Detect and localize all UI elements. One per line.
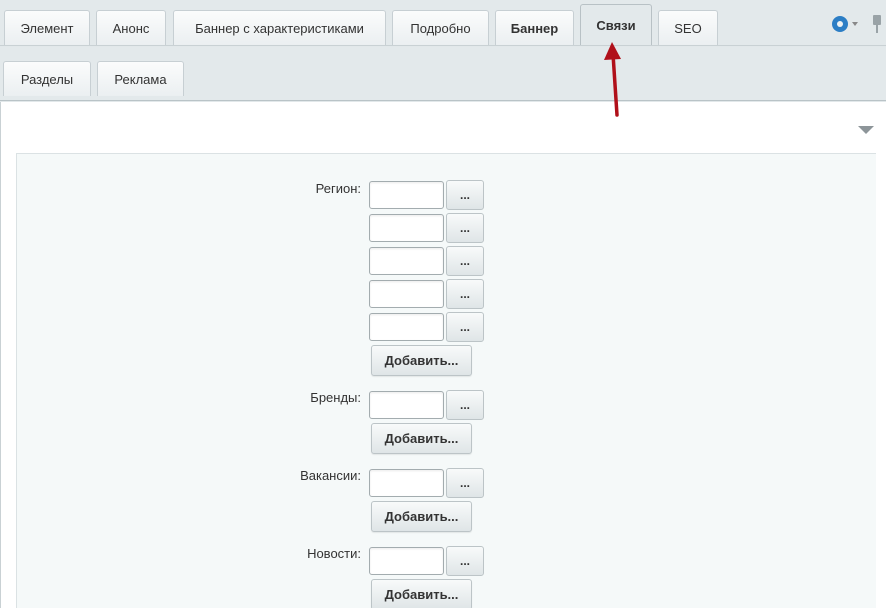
tab-content: Регион: ... ... ... ... ... Добавить... … [0, 102, 886, 608]
subtab-sections[interactable]: Разделы [3, 61, 91, 96]
news-add-button[interactable]: Добавить... [371, 579, 472, 608]
news-browse-button[interactable]: ... [446, 546, 484, 576]
tab-seo[interactable]: SEO [658, 10, 718, 45]
region-field-5[interactable] [369, 313, 444, 341]
sub-tab-bar: Разделы Реклама [0, 47, 886, 101]
tab-announce[interactable]: Анонс [96, 10, 166, 45]
region-field-1[interactable] [369, 181, 444, 209]
collapse-arrow-icon[interactable] [858, 126, 874, 134]
region-field-2[interactable] [369, 214, 444, 242]
brands-field[interactable] [369, 391, 444, 419]
news-label: Новости: [307, 546, 361, 561]
gear-icon[interactable] [832, 16, 848, 32]
vacancies-browse-button[interactable]: ... [446, 468, 484, 498]
vacancies-field[interactable] [369, 469, 444, 497]
subtab-ads[interactable]: Реклама [97, 61, 184, 96]
brands-label: Бренды: [310, 390, 361, 405]
region-browse-button-4[interactable]: ... [446, 279, 484, 309]
region-add-button[interactable]: Добавить... [371, 345, 472, 376]
region-browse-button-2[interactable]: ... [446, 213, 484, 243]
tab-links[interactable]: Связи [580, 4, 652, 45]
chevron-down-icon[interactable] [852, 22, 858, 26]
tab-tools [832, 12, 886, 36]
tab-details[interactable]: Подробно [392, 10, 489, 45]
main-tab-bar: Элемент Анонс Баннер с характеристиками … [0, 0, 886, 46]
region-browse-button-1[interactable]: ... [446, 180, 484, 210]
region-browse-button-5[interactable]: ... [446, 312, 484, 342]
tab-banner[interactable]: Баннер [495, 10, 574, 45]
region-label: Регион: [315, 181, 361, 196]
vacancies-label: Вакансии: [300, 468, 361, 483]
tab-banner-with-specs[interactable]: Баннер с характеристиками [173, 10, 386, 45]
region-field-3[interactable] [369, 247, 444, 275]
region-field-4[interactable] [369, 280, 444, 308]
tab-element[interactable]: Элемент [4, 10, 90, 45]
brands-add-button[interactable]: Добавить... [371, 423, 472, 454]
brands-browse-button[interactable]: ... [446, 390, 484, 420]
links-form-panel: Регион: ... ... ... ... ... Добавить... … [16, 153, 876, 608]
pin-icon[interactable] [870, 15, 884, 33]
region-browse-button-3[interactable]: ... [446, 246, 484, 276]
news-field[interactable] [369, 547, 444, 575]
vacancies-add-button[interactable]: Добавить... [371, 501, 472, 532]
